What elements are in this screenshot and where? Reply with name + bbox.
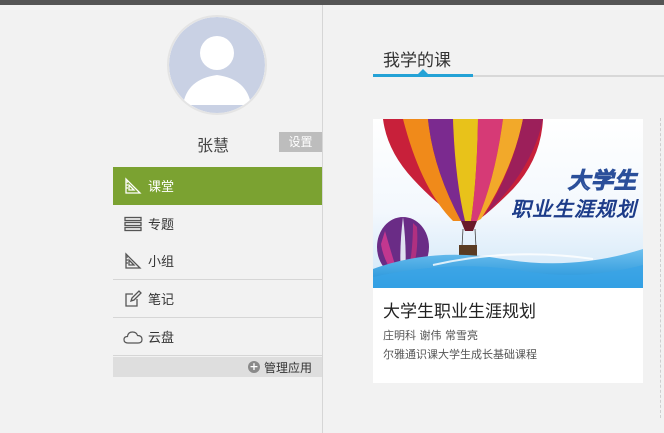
- course-cover-image[interactable]: 大学生 职业生涯规划: [373, 119, 643, 288]
- sidebar-item-group[interactable]: 小组: [113, 242, 322, 279]
- course-teachers: 庄明科 谢伟 常雪亮: [383, 329, 478, 342]
- course-description: 尔雅通识课大学生成长基础课程: [383, 348, 537, 361]
- manage-apps-button[interactable]: + 管理应用: [113, 357, 322, 377]
- cloud-icon: [122, 326, 144, 348]
- classroom-icon: [122, 175, 144, 197]
- sidebar-item-label: 笔记: [148, 293, 175, 308]
- avatar[interactable]: [167, 15, 267, 115]
- cover-title: 大学生 职业生涯规划: [511, 163, 637, 222]
- sidebar-item-note[interactable]: 笔记: [113, 279, 322, 318]
- manage-apps-label: 管理应用: [263, 360, 312, 375]
- sidebar-item-topic[interactable]: 专题: [113, 205, 322, 242]
- sidebar-item-label: 专题: [148, 218, 175, 233]
- sidebar-item-cloud[interactable]: 云盘: [113, 318, 322, 356]
- course-card[interactable]: 大学生 职业生涯规划 大学生职业生涯规划 庄明科 谢伟 常雪亮 尔雅通识课大学生…: [373, 119, 643, 383]
- content-border: [660, 118, 661, 418]
- sidebar-item-classroom[interactable]: 课堂: [113, 167, 322, 205]
- sidebar-divider: [322, 5, 323, 433]
- course-title[interactable]: 大学生职业生涯规划: [383, 297, 536, 322]
- cover-title-line1: 大学生: [567, 168, 637, 195]
- note-icon: [122, 288, 144, 310]
- cover-title-line2: 职业生涯规划: [511, 197, 637, 221]
- topic-icon: [122, 213, 144, 235]
- plus-icon: +: [247, 360, 260, 373]
- sidebar-nav: 课堂 专题 小组 笔记 云盘: [113, 167, 322, 356]
- group-icon: [122, 250, 144, 272]
- sidebar-item-label: 小组: [148, 255, 175, 270]
- sidebar-item-label: 云盘: [148, 331, 175, 346]
- user-name: 张慧: [196, 136, 229, 155]
- sidebar-item-label: 课堂: [148, 180, 175, 195]
- tab-my-courses[interactable]: 我学的课: [383, 46, 451, 71]
- settings-button[interactable]: 设置: [279, 132, 322, 152]
- tab-active-indicator: [373, 74, 473, 77]
- tab-caret-icon: [418, 69, 428, 74]
